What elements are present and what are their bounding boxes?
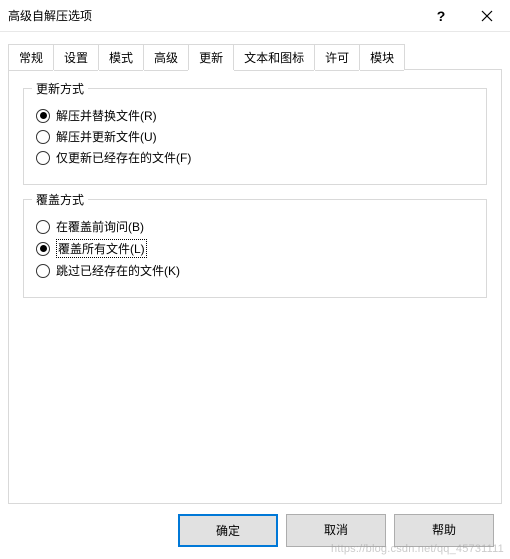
tab-label: 模块 xyxy=(370,51,394,65)
tab-advanced[interactable]: 高级 xyxy=(143,44,189,70)
radio-icon xyxy=(36,130,50,144)
radio-label: 覆盖所有文件(L) xyxy=(56,239,147,258)
radio-extract-update[interactable]: 解压并更新文件(U) xyxy=(36,128,474,145)
radio-ask-before-overwrite[interactable]: 在覆盖前询问(B) xyxy=(36,218,474,235)
tab-label: 更新 xyxy=(199,51,223,65)
tab-settings[interactable]: 设置 xyxy=(53,44,99,70)
help-icon[interactable]: ? xyxy=(418,0,464,32)
tab-text-and-icons[interactable]: 文本和图标 xyxy=(233,44,315,70)
button-label: 帮助 xyxy=(432,523,456,537)
group-update-mode: 更新方式 解压并替换文件(R) 解压并更新文件(U) 仅更新已经存在的文件(F) xyxy=(23,88,487,185)
radio-label: 解压并更新文件(U) xyxy=(56,128,157,145)
group-legend: 覆盖方式 xyxy=(32,191,88,208)
tab-update[interactable]: 更新 xyxy=(188,44,234,70)
radio-label: 解压并替换文件(R) xyxy=(56,107,157,124)
tab-mode[interactable]: 模式 xyxy=(98,44,144,70)
tab-label: 高级 xyxy=(154,51,178,65)
radio-icon xyxy=(36,220,50,234)
group-legend: 更新方式 xyxy=(32,80,88,97)
group-overwrite-mode: 覆盖方式 在覆盖前询问(B) 覆盖所有文件(L) 跳过已经存在的文件(K) xyxy=(23,199,487,298)
radio-label: 仅更新已经存在的文件(F) xyxy=(56,149,191,166)
radio-icon xyxy=(36,109,50,123)
tab-label: 文本和图标 xyxy=(244,51,304,65)
cancel-button[interactable]: 取消 xyxy=(286,514,386,547)
radio-label: 跳过已经存在的文件(K) xyxy=(56,262,180,279)
window-title: 高级自解压选项 xyxy=(8,7,418,24)
close-icon[interactable] xyxy=(464,0,510,32)
title-bar: 高级自解压选项 ? xyxy=(0,0,510,32)
radio-icon xyxy=(36,264,50,278)
tab-label: 模式 xyxy=(109,51,133,65)
dialog-content: 常规 设置 模式 高级 更新 文本和图标 许可 模块 更新方式 解压并替换文件(… xyxy=(0,32,510,555)
ok-button[interactable]: 确定 xyxy=(178,514,278,547)
radio-extract-replace[interactable]: 解压并替换文件(R) xyxy=(36,107,474,124)
button-label: 确定 xyxy=(216,524,240,538)
tab-license[interactable]: 许可 xyxy=(314,44,360,70)
help-button[interactable]: 帮助 xyxy=(394,514,494,547)
radio-update-existing-only[interactable]: 仅更新已经存在的文件(F) xyxy=(36,149,474,166)
dialog-buttons: 确定 取消 帮助 xyxy=(8,504,502,547)
radio-icon xyxy=(36,242,50,256)
radio-icon xyxy=(36,151,50,165)
tab-label: 常规 xyxy=(19,51,43,65)
tab-module[interactable]: 模块 xyxy=(359,44,405,70)
tab-label: 设置 xyxy=(64,51,88,65)
tab-label: 许可 xyxy=(325,51,349,65)
button-label: 取消 xyxy=(324,523,348,537)
tab-panel-update: 更新方式 解压并替换文件(R) 解压并更新文件(U) 仅更新已经存在的文件(F)… xyxy=(8,69,502,504)
tab-general[interactable]: 常规 xyxy=(8,44,54,70)
tab-strip: 常规 设置 模式 高级 更新 文本和图标 许可 模块 xyxy=(8,44,502,70)
radio-skip-existing[interactable]: 跳过已经存在的文件(K) xyxy=(36,262,474,279)
radio-overwrite-all[interactable]: 覆盖所有文件(L) xyxy=(36,239,474,258)
radio-label: 在覆盖前询问(B) xyxy=(56,218,144,235)
